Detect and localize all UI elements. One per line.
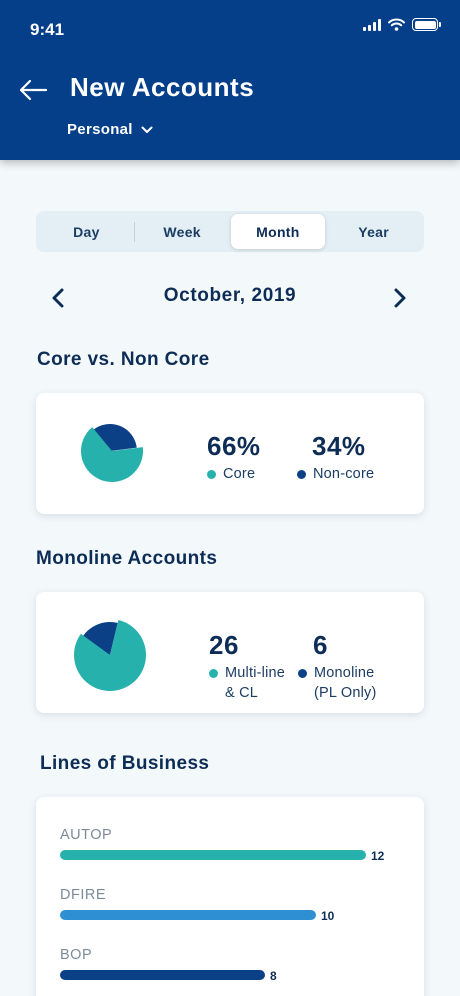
non-core-legend-dot: [297, 470, 306, 479]
current-period-label: October, 2019: [163, 285, 297, 306]
monoline-label-2: (PL Only): [314, 685, 377, 701]
tab-month[interactable]: Month: [230, 214, 326, 249]
lob-section-title: Lines of Business: [40, 753, 210, 774]
lob-value-autop: 12: [371, 849, 385, 863]
core-label: Core: [223, 466, 256, 482]
period-selector: Day Week Month Year: [36, 211, 424, 252]
multi-line-value: 26: [209, 630, 239, 660]
monoline-stat: 6 Monoline (PL Only): [298, 630, 377, 703]
multi-line-legend-dot: [209, 669, 218, 678]
monoline-section-title: Monoline Accounts: [36, 548, 218, 569]
page-title: New Accounts: [70, 72, 255, 102]
tab-day[interactable]: Day: [39, 214, 134, 249]
monoline-label-1: Monoline: [314, 665, 375, 681]
lob-bar-autop: [60, 850, 366, 860]
multi-line-label-1: Multi-line: [225, 665, 286, 681]
lob-card: AUTOP 12 DFIRE 10 BOP 8: [36, 797, 424, 996]
monoline-pie-chart: [74, 619, 147, 691]
lob-bar-dfire: [60, 910, 316, 920]
status-icons: [363, 18, 441, 31]
lob-label-bop: BOP: [60, 947, 93, 963]
core-pie-chart: [81, 424, 143, 482]
lob-value-dfire: 10: [321, 909, 335, 923]
tab-year[interactable]: Year: [326, 214, 421, 249]
date-navigation: October, 2019: [36, 282, 424, 312]
monoline-card: 26 Multi-line & CL 6 Monoline (PL Only): [36, 592, 424, 713]
tab-week[interactable]: Week: [135, 214, 230, 249]
lob-label-dfire: DFIRE: [60, 887, 106, 903]
core-value: 66%: [207, 431, 261, 461]
monoline-legend-dot: [298, 669, 307, 678]
non-core-value: 34%: [312, 431, 366, 461]
core-card: 66% Core 34% Non-core: [36, 393, 424, 514]
multi-line-label-2: & CL: [225, 685, 259, 701]
chevron-right-icon[interactable]: [390, 287, 410, 309]
lob-label-autop: AUTOP: [60, 827, 113, 843]
core-section-title: Core vs. Non Core: [37, 349, 210, 370]
wifi-icon: [388, 18, 405, 31]
lob-value-bop: 8: [270, 969, 277, 983]
status-time: 9:41: [30, 20, 65, 39]
core-legend-dot: [207, 470, 216, 479]
chevron-down-icon: [141, 126, 153, 133]
account-type-dropdown[interactable]: Personal: [67, 121, 153, 138]
non-core-stat: 34% Non-core: [297, 431, 374, 484]
multi-line-stat: 26 Multi-line & CL: [209, 630, 285, 703]
lob-bar-bop: [60, 970, 265, 980]
battery-icon: [412, 18, 441, 31]
app-header: 9:41 New Accounts Personal: [0, 0, 460, 160]
monoline-value: 6: [313, 630, 328, 660]
cellular-signal-icon: [363, 18, 381, 31]
account-type-label: Personal: [67, 121, 133, 138]
core-stat: 66% Core: [207, 431, 261, 484]
non-core-label: Non-core: [313, 466, 375, 482]
back-arrow-icon[interactable]: [18, 76, 48, 104]
